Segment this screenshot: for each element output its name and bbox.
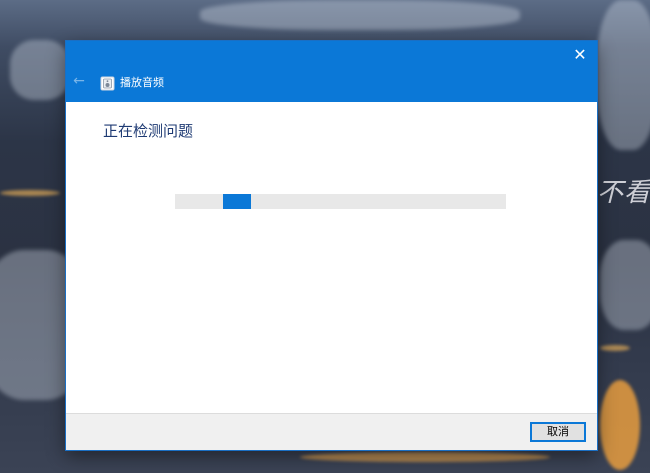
troubleshooter-dialog: ✕ ← 播放音频 正在检测问题 取消 [66, 41, 597, 450]
wallpaper-handwriting: 不看风 [597, 178, 650, 208]
page-heading: 正在检测问题 [103, 122, 194, 140]
cancel-button[interactable]: 取消 [530, 422, 586, 442]
snow-patch [10, 40, 70, 100]
road-light-trail [0, 190, 60, 196]
back-button[interactable]: ← [71, 73, 87, 89]
dialog-content: 正在检测问题 [66, 102, 597, 413]
snow-patch [597, 0, 650, 150]
title-bar: ✕ ← 播放音频 [66, 41, 597, 102]
dialog-footer: 取消 [66, 413, 597, 450]
audio-troubleshooter-icon [100, 76, 115, 91]
road-light-trail [600, 380, 640, 470]
window-title: 播放音频 [120, 76, 164, 89]
road-light-trail [300, 452, 550, 462]
progress-bar [175, 194, 506, 209]
snow-patch [600, 240, 650, 330]
snow-patch [200, 0, 520, 30]
close-icon: ✕ [573, 45, 587, 64]
road-light-trail [600, 345, 630, 351]
progress-indicator [222, 194, 252, 209]
back-arrow-icon: ← [73, 73, 85, 89]
close-button[interactable]: ✕ [569, 44, 591, 66]
